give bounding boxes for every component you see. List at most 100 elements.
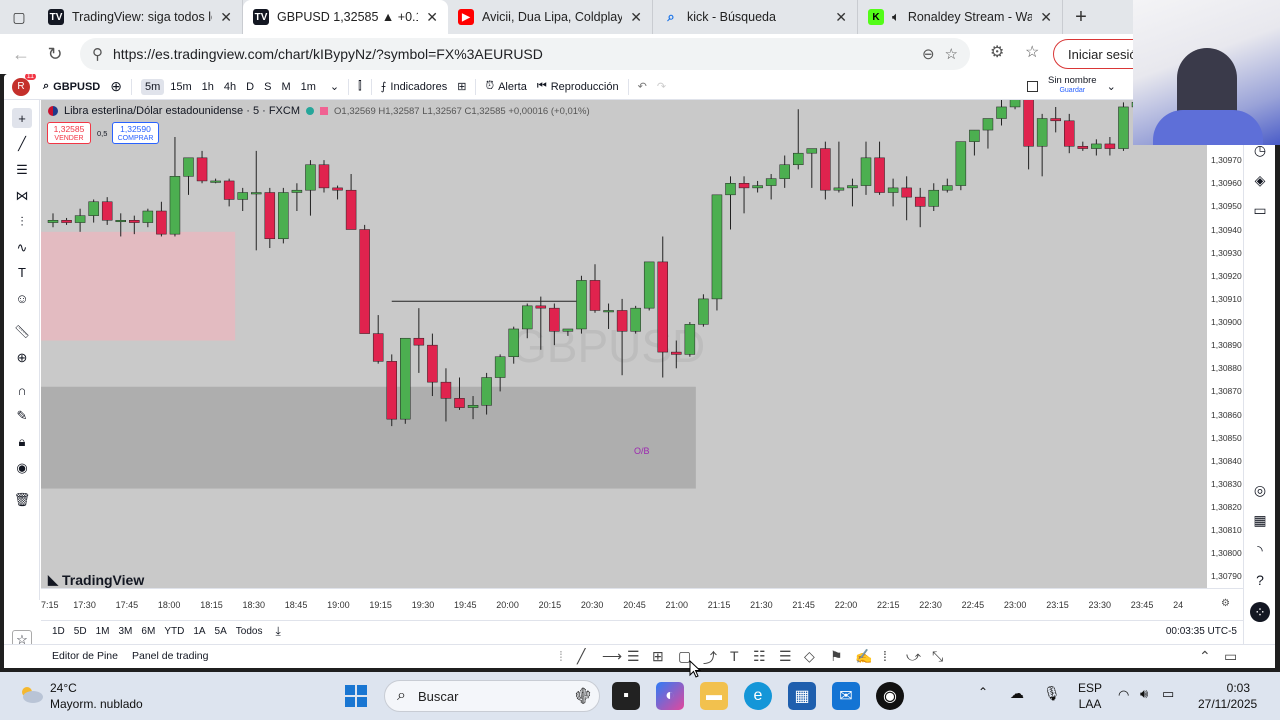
edge-icon[interactable]: e	[744, 682, 772, 710]
range-6m[interactable]: 6M	[141, 626, 155, 637]
range-1m[interactable]: 1M	[96, 626, 110, 637]
vertical-line-icon[interactable]: ⁞	[883, 648, 887, 664]
brush-icon[interactable]: ✍	[855, 648, 872, 665]
speaker-icon[interactable]: 🔈︎	[892, 9, 900, 25]
close-icon[interactable]: ✕	[426, 9, 438, 26]
favorite-star-icon[interactable]: ☆	[945, 45, 958, 63]
close-icon[interactable]: ✕	[220, 9, 232, 26]
signal-icon[interactable]: ◝	[1250, 540, 1270, 560]
browser-tab[interactable]: ⌕ kick - Búsqueda ✕	[653, 0, 858, 34]
date-range-icon[interactable]: ⤓	[275, 624, 280, 639]
text-icon[interactable]: T	[12, 262, 32, 282]
brush-icon[interactable]: ∿	[12, 238, 32, 258]
range-5d[interactable]: 5D	[74, 626, 87, 637]
volume-icon[interactable]: 🔊︎	[1140, 686, 1148, 702]
language-indicator[interactable]: ESP LAA	[1078, 680, 1102, 712]
undo-icon[interactable]: ↶	[633, 80, 652, 93]
browser-tab-active[interactable]: TV GBPUSD 1,32585 ▲ +0.15% ✕	[243, 0, 448, 34]
help-icon[interactable]: ?	[1250, 570, 1270, 590]
url-box[interactable]: ⚲ https://es.tradingview.com/chart/kIByp…	[80, 38, 970, 70]
outlook-icon[interactable]: ✉	[832, 682, 860, 710]
obs-icon[interactable]: ◉	[876, 682, 904, 710]
timeframe-4h[interactable]: 4h	[220, 79, 240, 95]
favorites-icon[interactable]: ☆	[1025, 42, 1039, 62]
text-icon[interactable]: T	[730, 648, 739, 664]
tab-actions-icon[interactable]: ▢	[0, 0, 38, 34]
tradingview-logo[interactable]: ◣ TradingView	[48, 572, 144, 588]
taskbar-search[interactable]: ⌕ Buscar 🌵︎	[384, 680, 600, 712]
timeframe-D[interactable]: D	[242, 79, 258, 95]
avatar[interactable]: R 11	[12, 74, 36, 96]
microphone-icon[interactable]: 🎙︎	[1043, 685, 1061, 702]
browser-tab[interactable]: ▶ Avicii, Dua Lipa, Coldplay, Martin ✕	[448, 0, 653, 34]
reload-icon[interactable]: ↻	[38, 37, 72, 71]
chevron-down-icon[interactable]: ⌄	[325, 80, 344, 93]
curve-icon[interactable]: ⤻	[906, 648, 921, 665]
timeframe-S[interactable]: S	[260, 79, 275, 95]
chat-icon[interactable]: ▭	[1250, 200, 1270, 220]
axis-settings-icon[interactable]: ⚙	[1221, 598, 1230, 609]
candle-type-icon[interactable]: ⫿	[353, 80, 367, 93]
copilot-icon[interactable]: ◐	[656, 682, 684, 710]
range-ytd[interactable]: YTD	[164, 626, 184, 637]
apps-icon[interactable]: ⁘	[1250, 602, 1270, 622]
candlestick-chart[interactable]: GBPUSDO/B	[41, 100, 1207, 588]
symbol-search[interactable]: ⌕ GBPUSD	[38, 80, 105, 93]
maximize-icon[interactable]: ▭	[1224, 648, 1237, 665]
range-1d[interactable]: 1D	[52, 626, 65, 637]
grid-icon[interactable]: ⊞	[652, 648, 664, 665]
chart-area[interactable]: GBPUSD O/B	[41, 100, 1207, 588]
crosshair-icon[interactable]: +	[12, 108, 32, 128]
range-1a[interactable]: 1A	[193, 626, 205, 637]
fib-icon[interactable]: ☰	[12, 160, 32, 180]
trash-icon[interactable]: 🗑︎	[12, 490, 32, 510]
timeframe-15m[interactable]: 15m	[166, 79, 195, 95]
ruler-icon[interactable]: 📏︎	[12, 322, 32, 342]
buy-button[interactable]: 1,32590 COMPRAR	[112, 122, 159, 144]
redo-icon[interactable]: ↷	[652, 80, 671, 93]
trading-panel-tab[interactable]: Panel de trading	[132, 650, 208, 662]
weather-widget[interactable]: 24°C Mayorm. nublado	[50, 680, 143, 712]
timeframe-1h[interactable]: 1h	[198, 79, 218, 95]
wifi-icon[interactable]: ◠	[1118, 687, 1129, 703]
range-todos[interactable]: Todos	[236, 626, 263, 637]
site-info-icon[interactable]: ⚲	[92, 45, 103, 63]
chevron-up-icon[interactable]: ⌃	[978, 685, 988, 699]
alert-button[interactable]: ⏰︎ Alerta	[480, 80, 531, 93]
compare-icon[interactable]: ⊕	[105, 78, 127, 95]
timeframe-1m[interactable]: 1m	[297, 79, 320, 95]
emoji-icon[interactable]: ☺	[12, 288, 32, 308]
path-icon[interactable]: ⤴	[703, 648, 717, 668]
new-tab-button[interactable]: +	[1063, 0, 1099, 34]
pattern-icon[interactable]: ⋈	[12, 186, 32, 206]
layout-name-button[interactable]: Sin nombre Guardar ⌄	[1022, 76, 1121, 96]
pine-editor-tab[interactable]: Editor de Pine	[52, 650, 118, 662]
zoom-icon[interactable]: ⊖	[922, 45, 935, 63]
measure-icon[interactable]: ⤡	[932, 648, 943, 665]
store-icon[interactable]: ▦	[788, 682, 816, 710]
price-axis[interactable]: 1,309801,309701,309601,309501,309401,309…	[1207, 100, 1243, 588]
file-explorer-icon[interactable]: ▬	[700, 682, 728, 710]
back-icon[interactable]: ←	[4, 37, 38, 71]
browser-tab[interactable]: TV TradingView: siga todos los mercados …	[38, 0, 243, 34]
calendar-icon[interactable]: ▦	[1250, 510, 1270, 530]
sell-button[interactable]: 1,32585 VENDER	[47, 122, 91, 144]
clock[interactable]: 0:03 27/11/2025	[1198, 680, 1257, 712]
target-icon[interactable]: ◎	[1250, 480, 1270, 500]
zoom-in-icon[interactable]: ⊕	[12, 348, 32, 368]
range-3m[interactable]: 3M	[119, 626, 133, 637]
close-icon[interactable]: ✕	[1040, 9, 1052, 26]
utc-clock[interactable]: 00:03:35 UTC-5	[1166, 626, 1237, 637]
trendline-icon[interactable]: ╱	[577, 648, 585, 665]
time-axis[interactable]: ⚙ 7:15 17:30 17:45 18:00 18:15 18:30 18:45 19:0…	[41, 588, 1243, 620]
terminal-icon[interactable]: ▪	[612, 682, 640, 710]
timeframe-5m[interactable]: 5m	[140, 78, 165, 95]
flag-icon[interactable]: ⚑	[830, 648, 843, 665]
replay-button[interactable]: ⏮ Reproducción	[532, 80, 624, 93]
url-text[interactable]: https://es.tradingview.com/chart/kIBypyN…	[113, 46, 912, 62]
drag-handle-icon[interactable]: ⁞	[559, 648, 563, 664]
layouts-icon[interactable]: ⊞	[452, 80, 471, 93]
close-icon[interactable]: ✕	[835, 9, 847, 26]
extensions-icon[interactable]: ⚙	[990, 42, 1004, 62]
trendline-icon[interactable]: ╱	[12, 134, 32, 154]
